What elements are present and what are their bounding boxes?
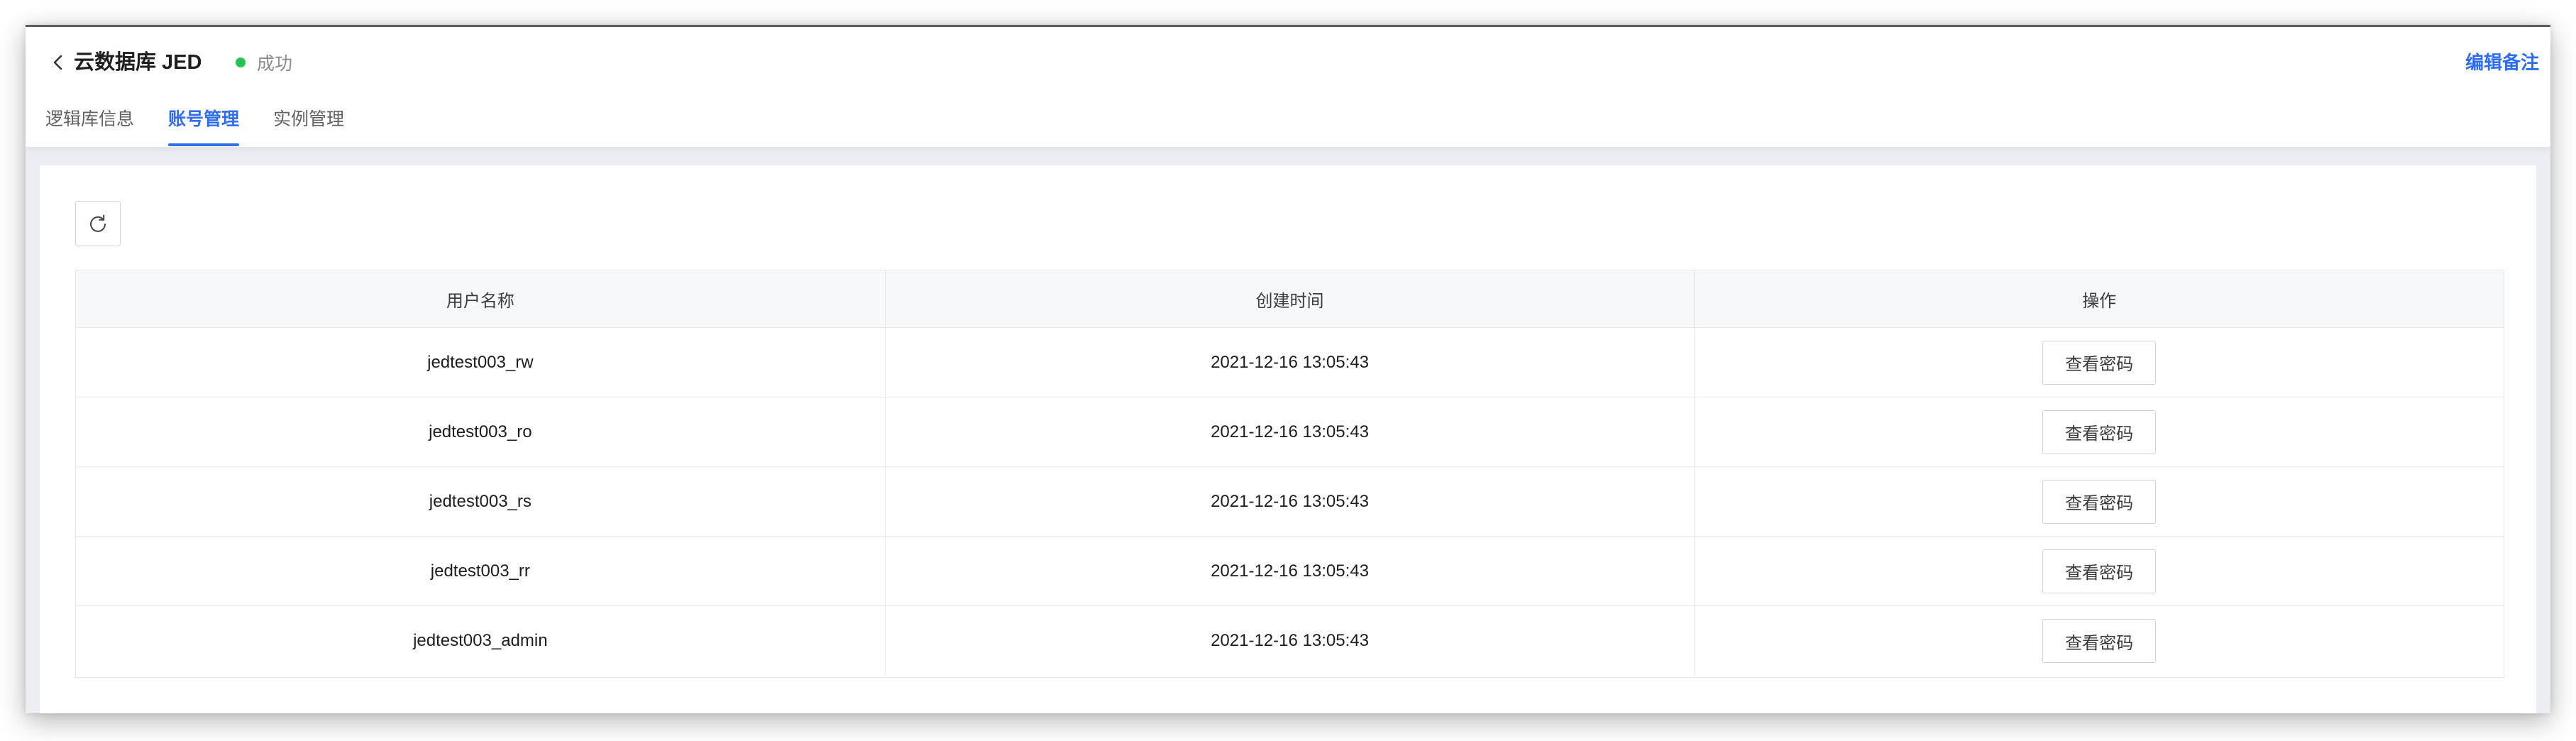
column-header-username: 用户名称 <box>76 270 886 327</box>
status-badge: 成功 <box>236 47 292 78</box>
table-row: jedtest003_rr 2021-12-16 13:05:43 查看密码 <box>76 537 2504 606</box>
username-cell: jedtest003_admin <box>76 606 886 676</box>
table-row: jedtest003_admin 2021-12-16 13:05:43 查看密… <box>76 606 2504 676</box>
created-time-cell: 2021-12-16 13:05:43 <box>886 606 1695 676</box>
actions-cell: 查看密码 <box>1695 606 2504 676</box>
created-time-cell: 2021-12-16 13:05:43 <box>886 397 1695 466</box>
actions-cell: 查看密码 <box>1695 397 2504 466</box>
view-password-button[interactable]: 查看密码 <box>2042 479 2157 524</box>
username-cell: jedtest003_ro <box>76 397 886 466</box>
column-header-actions: 操作 <box>2082 291 2117 311</box>
tab-bar: 逻辑库信息 账号管理 实例管理 <box>45 106 378 146</box>
created-time-cell: 2021-12-16 13:05:43 <box>886 467 1695 536</box>
table-row: jedtest003_rs 2021-12-16 13:05:43 查看密码 <box>76 467 2504 537</box>
page-title: 云数据库 JED <box>74 51 202 74</box>
chevron-left-icon[interactable] <box>47 48 68 77</box>
tab-account-management[interactable]: 账号管理 <box>168 106 240 146</box>
refresh-button[interactable] <box>75 201 121 246</box>
refresh-icon <box>90 214 106 232</box>
created-time-cell: 2021-12-16 13:05:43 <box>886 328 1695 397</box>
created-time-cell: 2021-12-16 13:05:43 <box>886 537 1695 605</box>
actions-cell: 查看密码 <box>1695 328 2504 397</box>
username-cell: jedtest003_rr <box>76 537 886 605</box>
accounts-table: 用户名称 创建时间 操作 jedtest003_rw 2021-12-16 13… <box>75 270 2504 678</box>
tab-instance-management[interactable]: 实例管理 <box>273 106 344 146</box>
table-row: jedtest003_rw 2021-12-16 13:05:43 查看密码 <box>76 328 2504 397</box>
table-header: 用户名称 创建时间 操作 <box>76 270 2504 328</box>
content-card: 用户名称 创建时间 操作 jedtest003_rw 2021-12-16 13… <box>40 165 2536 713</box>
tab-logical-db-info[interactable]: 逻辑库信息 <box>45 106 134 146</box>
table-row: jedtest003_ro 2021-12-16 13:05:43 查看密码 <box>76 397 2504 467</box>
status-dot-icon <box>236 57 246 67</box>
username-cell: jedtest003_rs <box>76 467 886 536</box>
actions-cell: 查看密码 <box>1695 537 2504 605</box>
username-cell: jedtest003_rw <box>76 328 886 397</box>
column-header-created-time: 创建时间 <box>886 270 1695 327</box>
view-password-button[interactable]: 查看密码 <box>2042 410 2157 454</box>
view-password-button[interactable]: 查看密码 <box>2042 549 2157 593</box>
status-text: 成功 <box>257 54 293 74</box>
actions-cell: 查看密码 <box>1695 467 2504 536</box>
view-password-button[interactable]: 查看密码 <box>2042 340 2157 385</box>
edit-note-link[interactable]: 编辑备注 <box>2465 47 2539 78</box>
app-window: 云数据库 JED 成功 编辑备注 逻辑库信息 账号管理 实例管理 用户名称 创建… <box>26 25 2550 713</box>
page-header: 云数据库 JED 成功 编辑备注 逻辑库信息 账号管理 实例管理 <box>26 27 2550 148</box>
view-password-button[interactable]: 查看密码 <box>2042 619 2157 663</box>
